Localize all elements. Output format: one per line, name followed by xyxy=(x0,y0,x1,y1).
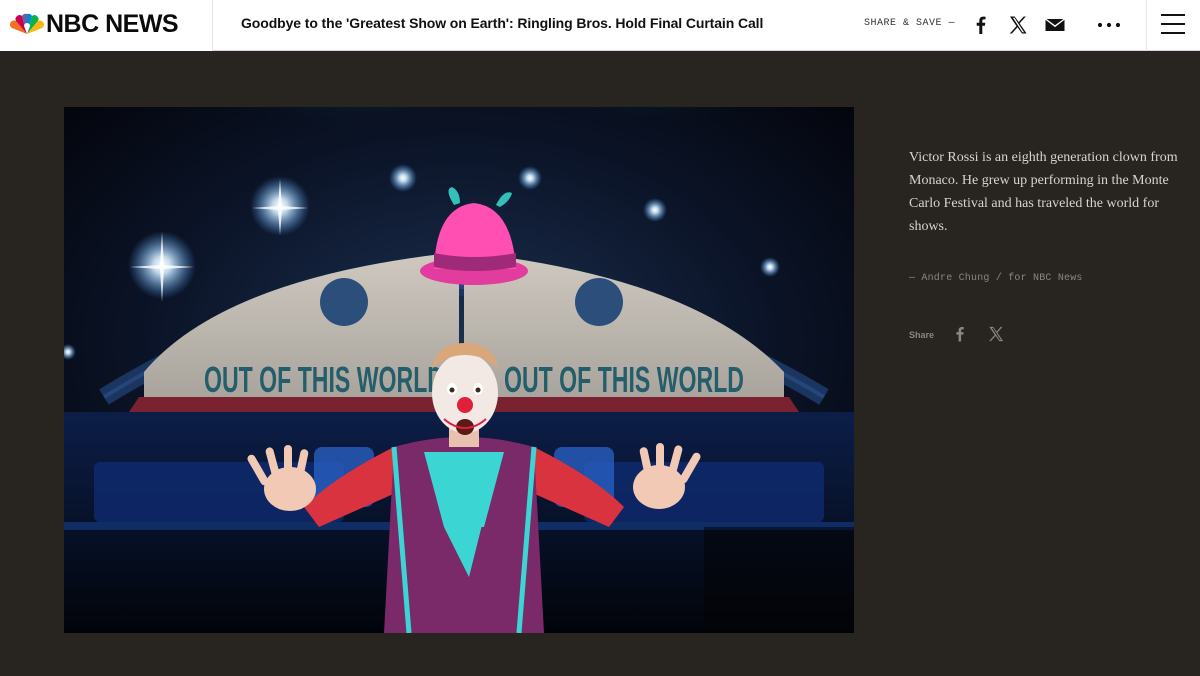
clown-photo: OUT OF THIS WORLD OUT OF THIS WORLD xyxy=(64,107,854,633)
email-icon[interactable] xyxy=(1043,13,1067,37)
photo-credit: — Andre Chung / for NBC News xyxy=(909,273,1083,284)
x-icon[interactable] xyxy=(986,324,1006,344)
brand-wordmark: NBC NEWS xyxy=(46,10,179,38)
menu-icon[interactable] xyxy=(1146,0,1200,51)
share-save-label[interactable]: SHARE & SAVE — xyxy=(864,18,955,29)
photo-caption: Victor Rossi is an eighth generation clo… xyxy=(909,150,1178,234)
site-header: NBC NEWS Goodbye to the 'Greatest Show o… xyxy=(0,0,1200,51)
more-icon[interactable] xyxy=(1097,13,1121,37)
facebook-icon[interactable] xyxy=(950,324,970,344)
article-photo: OUT OF THIS WORLD OUT OF THIS WORLD xyxy=(64,107,854,633)
peacock-icon xyxy=(10,13,44,34)
banner-text-left: OUT OF THIS WORLD xyxy=(204,359,444,400)
share-label: Share xyxy=(909,330,935,340)
article-headline: Goodbye to the 'Greatest Show on Earth':… xyxy=(241,15,764,31)
x-icon[interactable] xyxy=(1006,13,1030,37)
facebook-icon[interactable] xyxy=(969,13,993,37)
nbc-news-logo[interactable]: NBC NEWS xyxy=(0,0,213,51)
banner-text-right: OUT OF THIS WORLD xyxy=(504,359,744,400)
